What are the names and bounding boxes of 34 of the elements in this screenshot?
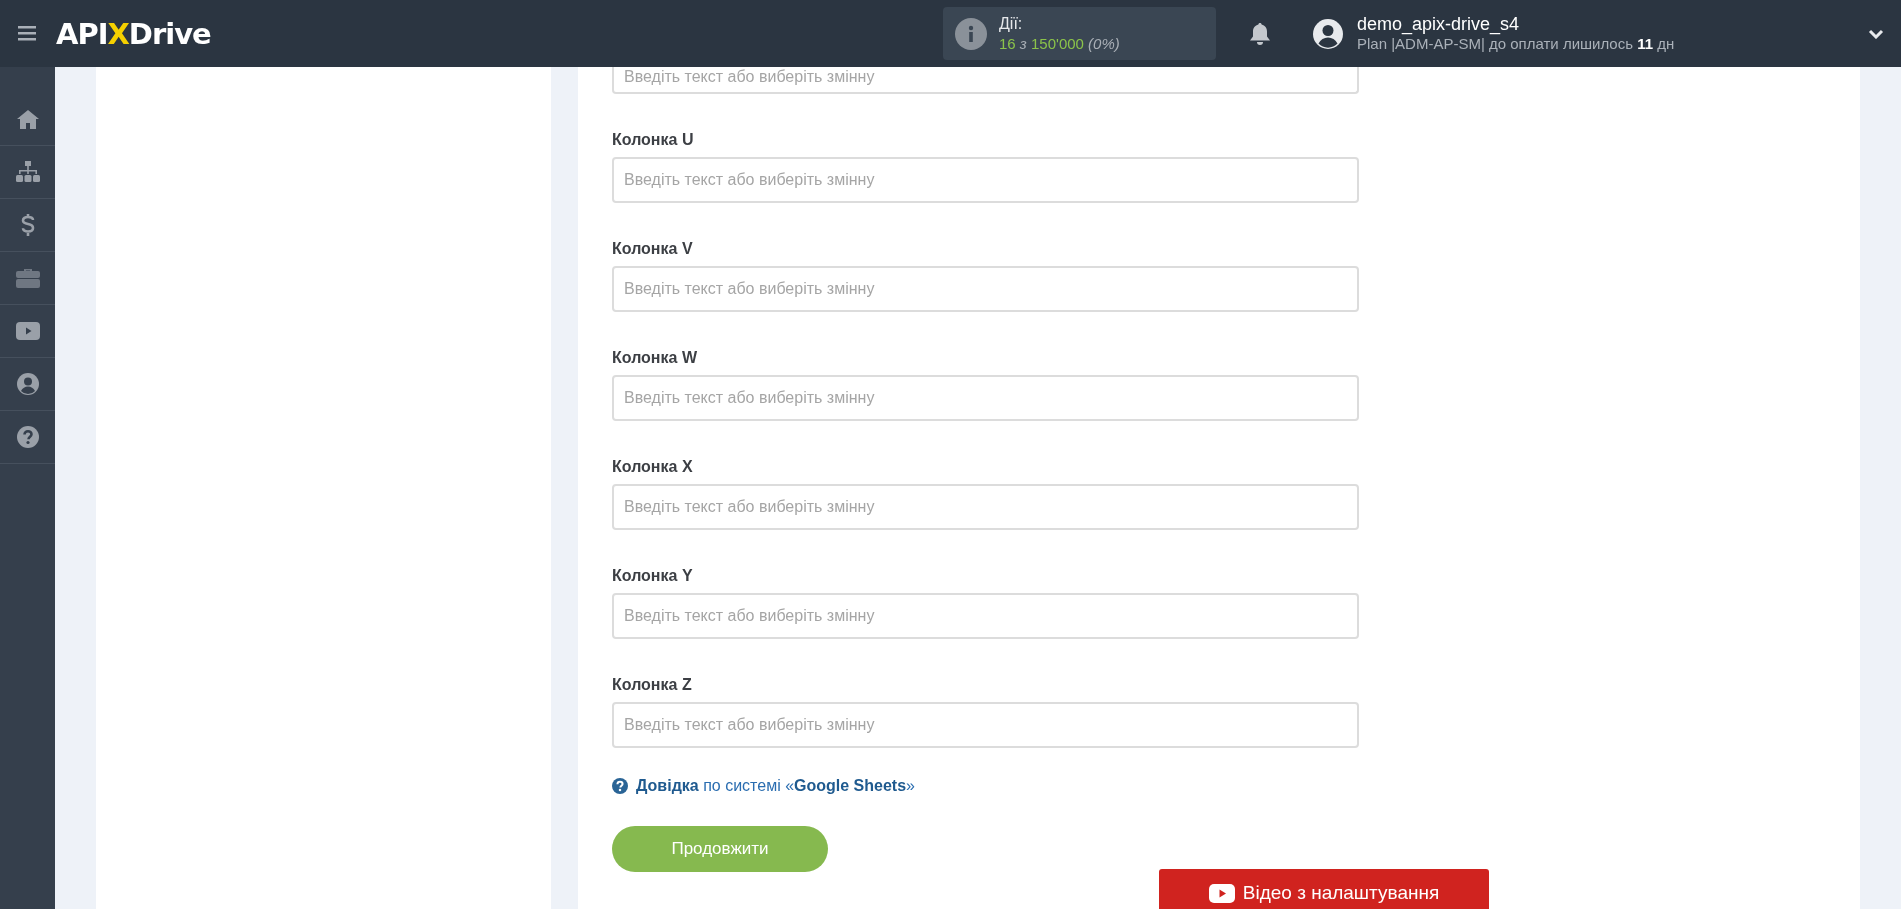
plan-info: Plan |ADM-AP-SM| до оплати лишилось 11 дн — [1357, 34, 1675, 54]
avatar-icon[interactable] — [1313, 18, 1343, 49]
briefcase-icon[interactable] — [15, 268, 40, 288]
chevron-down-icon[interactable] — [1868, 28, 1884, 39]
input-field[interactable]: Введіть текст або виберіть змінну — [612, 593, 1359, 639]
actions-count: 16 з 150'000 (0%) — [999, 33, 1120, 54]
field-label: Колонка U — [612, 130, 695, 150]
help-link[interactable]: Довідка по системі «Google Sheets» — [636, 777, 915, 795]
input-field[interactable]: Введіть текст або виберіть змінну — [612, 375, 1359, 421]
field-label: Колонка Z — [612, 675, 693, 695]
video-button[interactable]: Відео з налаштування — [1159, 869, 1489, 909]
input-field[interactable]: Введіть текст або виберіть змінну — [612, 67, 1359, 94]
field-label: Колонка X — [612, 457, 694, 477]
user-name[interactable]: demo_apix-drive_s4 — [1357, 13, 1675, 34]
input-field[interactable]: Введіть текст або виберіть змінну — [612, 157, 1359, 203]
help-icon — [612, 778, 628, 794]
help-icon[interactable] — [16, 426, 39, 448]
bell-icon[interactable] — [1249, 21, 1271, 46]
video-play-icon[interactable] — [15, 322, 40, 340]
input-field[interactable]: Введіть текст або виберіть змінну — [612, 266, 1359, 312]
info-icon — [955, 17, 987, 50]
menu-icon[interactable] — [18, 26, 36, 41]
actions-label: Дії: — [999, 13, 1024, 34]
home-icon[interactable] — [15, 109, 40, 129]
input-field[interactable]: Введіть текст або виберіть змінну — [612, 702, 1359, 748]
user-icon[interactable] — [16, 373, 39, 395]
logo[interactable]: APIXDrive — [56, 16, 226, 51]
sitemap-icon[interactable] — [15, 161, 40, 183]
video-play-icon — [1208, 883, 1235, 903]
dollar-icon[interactable] — [20, 213, 35, 237]
input-field[interactable]: Введіть текст або виберіть змінну — [612, 484, 1359, 530]
field-label: Колонка W — [612, 348, 698, 368]
field-label: Колонка V — [612, 239, 694, 259]
field-label: Колонка Y — [612, 566, 694, 586]
